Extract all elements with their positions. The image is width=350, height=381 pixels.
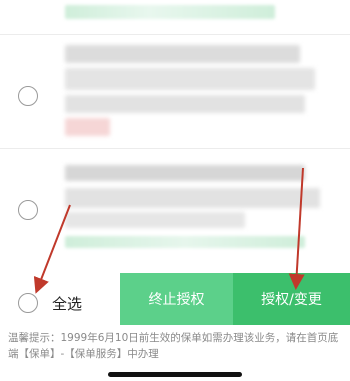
select-all-radio[interactable]: [18, 293, 38, 313]
home-indicator: [108, 372, 242, 377]
select-all-label[interactable]: 全选: [52, 295, 82, 313]
warm-tip-text: 温馨提示：1999年6月10日前生效的保单如需办理该业务，请在首页底端【保单】-…: [8, 332, 339, 360]
policy-1-line-3-blurred: [65, 95, 305, 113]
policy-2-line-1-blurred: [65, 165, 305, 181]
policy-2-footer-blurred: [65, 236, 305, 248]
policy-1-line-1-blurred: [65, 45, 300, 63]
policy-1-tag-blurred: [65, 118, 110, 136]
policy-2-radio[interactable]: [18, 200, 38, 220]
policy-2-line-2-blurred: [65, 188, 320, 208]
authorize-change-label: 授权/变更: [261, 292, 322, 308]
card-divider: [0, 148, 350, 149]
authorize-change-button[interactable]: 授权/变更: [233, 273, 350, 325]
terminate-authorization-label: 终止授权: [148, 292, 205, 308]
card-divider: [0, 34, 350, 35]
terminate-authorization-button[interactable]: 终止授权: [120, 273, 233, 325]
card-1-header-blurred: [65, 5, 275, 19]
policy-1-line-2-blurred: [65, 68, 315, 90]
policy-2-line-3-blurred: [65, 212, 245, 228]
arrow-to-authorize-button: [288, 167, 305, 290]
policy-1-radio[interactable]: [18, 86, 38, 106]
